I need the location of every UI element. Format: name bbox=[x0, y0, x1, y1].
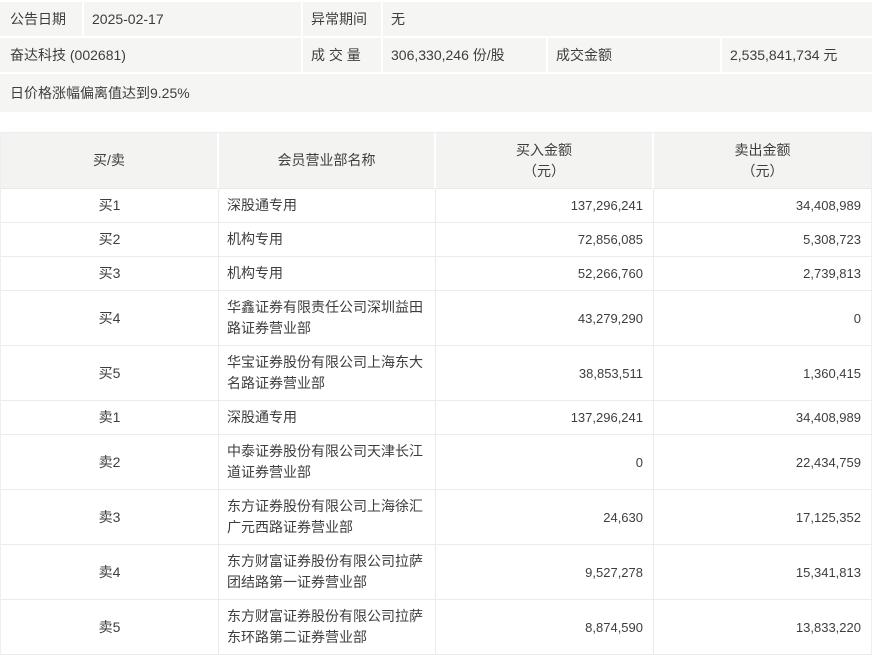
header-sell-line2: （元） bbox=[654, 161, 871, 182]
deviation-notice: 日价格涨幅偏离值达到9.25% bbox=[0, 74, 872, 112]
row-branch: 中泰证券股份有限公司天津长江道证券营业部 bbox=[219, 435, 436, 490]
table-row: 买1 深股通专用 137,296,241 34,408,989 bbox=[1, 189, 872, 223]
table-row: 买5 华宝证券股份有限公司上海东大名路证券营业部 38,853,511 1,36… bbox=[1, 346, 872, 401]
table-body: 买1 深股通专用 137,296,241 34,408,989 买2 机构专用 … bbox=[1, 189, 872, 655]
table-row: 卖2 中泰证券股份有限公司天津长江道证券营业部 0 22,434,759 bbox=[1, 435, 872, 490]
header-buy-line2: （元） bbox=[436, 161, 652, 182]
table-row: 买4 华鑫证券有限责任公司深圳益田路证券营业部 43,279,290 0 bbox=[1, 291, 872, 346]
row-sell-amount: 5,308,723 bbox=[654, 223, 872, 257]
trade-table: 买/卖 会员营业部名称 买入金额 （元） 卖出金额 （元） 买1 深股通专用 1… bbox=[0, 132, 872, 655]
row-branch: 东方证券股份有限公司上海徐汇广元西路证券营业部 bbox=[219, 490, 436, 545]
table-row: 卖5 东方财富证券股份有限公司拉萨东环路第二证券营业部 8,874,590 13… bbox=[1, 600, 872, 655]
turnover-label: 成交金额 bbox=[548, 38, 720, 72]
row-buy-amount: 137,296,241 bbox=[436, 401, 654, 435]
header-sell-amount: 卖出金额 （元） bbox=[654, 133, 872, 189]
row-branch: 机构专用 bbox=[219, 223, 436, 257]
header-buy-line1: 买入金额 bbox=[436, 140, 652, 161]
volume-value: 306,330,246 份/股 bbox=[383, 38, 546, 72]
row-sell-amount: 15,341,813 bbox=[654, 545, 872, 600]
row-buy-amount: 24,630 bbox=[436, 490, 654, 545]
table-row: 卖4 东方财富证券股份有限公司拉萨团结路第一证券营业部 9,527,278 15… bbox=[1, 545, 872, 600]
row-branch: 东方财富证券股份有限公司拉萨东环路第二证券营业部 bbox=[219, 600, 436, 655]
header-sell-line1: 卖出金额 bbox=[654, 140, 871, 161]
row-sell-amount: 34,408,989 bbox=[654, 189, 872, 223]
row-side: 买4 bbox=[1, 291, 219, 346]
header-branch: 会员营业部名称 bbox=[219, 133, 436, 189]
row-side: 买2 bbox=[1, 223, 219, 257]
row-sell-amount: 17,125,352 bbox=[654, 490, 872, 545]
row-branch: 机构专用 bbox=[219, 257, 436, 291]
row-sell-amount: 2,739,813 bbox=[654, 257, 872, 291]
row-side: 卖1 bbox=[1, 401, 219, 435]
table-row: 卖3 东方证券股份有限公司上海徐汇广元西路证券营业部 24,630 17,125… bbox=[1, 490, 872, 545]
announce-date-label: 公告日期 bbox=[0, 2, 82, 36]
table-header: 买/卖 会员营业部名称 买入金额 （元） 卖出金额 （元） bbox=[1, 133, 872, 189]
stock-title: 奋达科技 (002681) bbox=[0, 38, 301, 72]
info-row-notice: 日价格涨幅偏离值达到9.25% bbox=[0, 74, 872, 112]
row-sell-amount: 13,833,220 bbox=[654, 600, 872, 655]
row-branch: 深股通专用 bbox=[219, 401, 436, 435]
table-row: 买3 机构专用 52,266,760 2,739,813 bbox=[1, 257, 872, 291]
row-branch: 华鑫证券有限责任公司深圳益田路证券营业部 bbox=[219, 291, 436, 346]
row-side: 买3 bbox=[1, 257, 219, 291]
row-side: 卖2 bbox=[1, 435, 219, 490]
row-side: 买5 bbox=[1, 346, 219, 401]
row-buy-amount: 137,296,241 bbox=[436, 189, 654, 223]
header-buy-amount: 买入金额 （元） bbox=[436, 133, 654, 189]
row-buy-amount: 72,856,085 bbox=[436, 223, 654, 257]
abnormal-period-label: 异常期间 bbox=[303, 2, 381, 36]
row-sell-amount: 0 bbox=[654, 291, 872, 346]
row-side: 卖5 bbox=[1, 600, 219, 655]
volume-label: 成 交 量 bbox=[303, 38, 381, 72]
abnormal-period-value: 无 bbox=[383, 2, 872, 36]
row-buy-amount: 38,853,511 bbox=[436, 346, 654, 401]
row-side: 卖3 bbox=[1, 490, 219, 545]
announce-date-value: 2025-02-17 bbox=[84, 2, 301, 36]
turnover-value: 2,535,841,734 元 bbox=[722, 38, 872, 72]
info-section: 公告日期 2025-02-17 异常期间 无 奋达科技 (002681) 成 交… bbox=[0, 0, 872, 112]
row-buy-amount: 8,874,590 bbox=[436, 600, 654, 655]
row-buy-amount: 52,266,760 bbox=[436, 257, 654, 291]
row-branch: 东方财富证券股份有限公司拉萨团结路第一证券营业部 bbox=[219, 545, 436, 600]
table-row: 卖1 深股通专用 137,296,241 34,408,989 bbox=[1, 401, 872, 435]
row-buy-amount: 43,279,290 bbox=[436, 291, 654, 346]
row-sell-amount: 1,360,415 bbox=[654, 346, 872, 401]
row-branch: 深股通专用 bbox=[219, 189, 436, 223]
row-branch: 华宝证券股份有限公司上海东大名路证券营业部 bbox=[219, 346, 436, 401]
info-row-stock: 奋达科技 (002681) 成 交 量 306,330,246 份/股 成交金额… bbox=[0, 38, 872, 72]
row-buy-amount: 9,527,278 bbox=[436, 545, 654, 600]
row-side: 买1 bbox=[1, 189, 219, 223]
info-row-date: 公告日期 2025-02-17 异常期间 无 bbox=[0, 2, 872, 36]
table-row: 买2 机构专用 72,856,085 5,308,723 bbox=[1, 223, 872, 257]
row-buy-amount: 0 bbox=[436, 435, 654, 490]
row-side: 卖4 bbox=[1, 545, 219, 600]
row-sell-amount: 22,434,759 bbox=[654, 435, 872, 490]
header-side: 买/卖 bbox=[1, 133, 219, 189]
row-sell-amount: 34,408,989 bbox=[654, 401, 872, 435]
